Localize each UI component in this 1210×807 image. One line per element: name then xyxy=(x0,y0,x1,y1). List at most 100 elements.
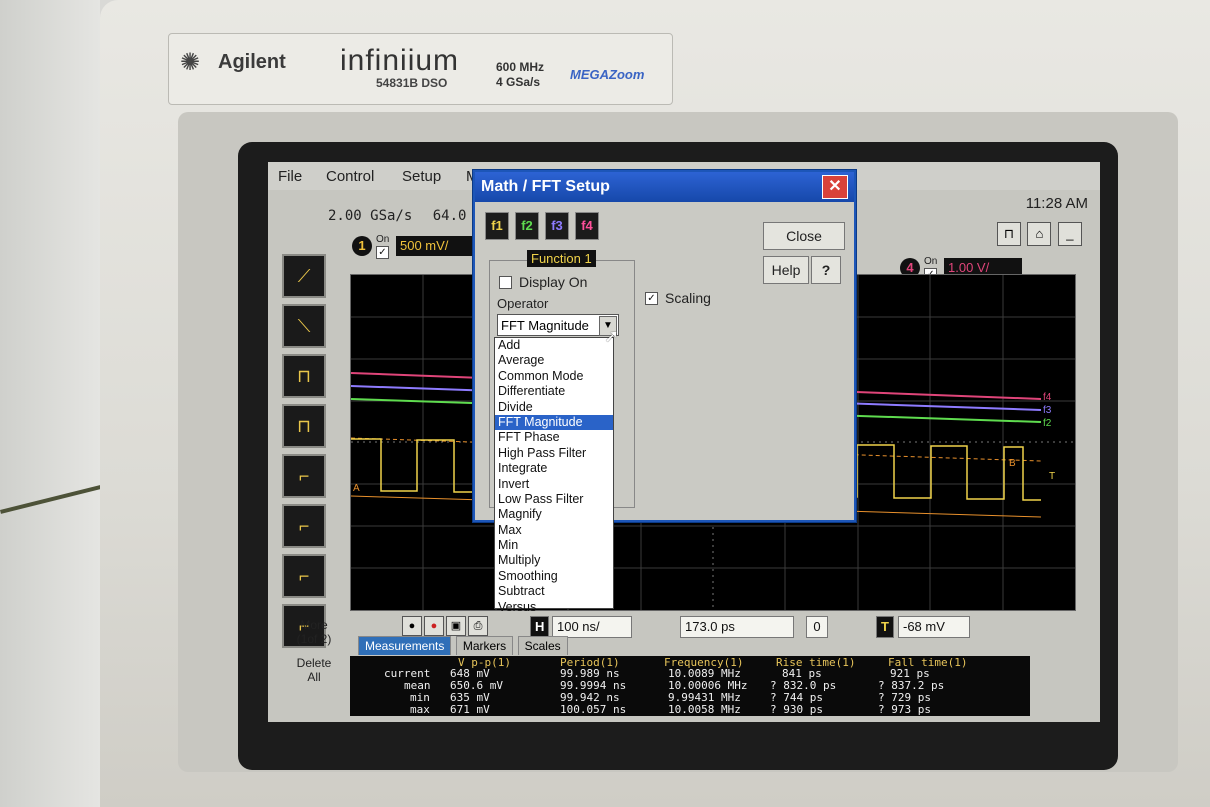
menu-setup[interactable]: Setup xyxy=(402,168,441,185)
dialog-title[interactable]: Math / FFT Setup xyxy=(475,172,854,202)
tab-scales[interactable]: Scales xyxy=(517,636,568,655)
option-min[interactable]: Min xyxy=(495,538,613,553)
channel1-scale[interactable]: 500 mV/ xyxy=(396,236,474,256)
close-button[interactable]: Close xyxy=(763,222,845,250)
tab-markers[interactable]: Markers xyxy=(455,636,514,655)
delete-all-button[interactable]: Delete All xyxy=(288,656,340,684)
option-versus[interactable]: Versus xyxy=(495,600,613,615)
megazoom-logo: MEGAZoom xyxy=(570,67,645,82)
run-control-icon[interactable]: ⊓ xyxy=(997,222,1021,246)
mouse-pointer-icon: ➚ xyxy=(604,326,620,346)
option-fft-magnitude[interactable]: FFT Magnitude xyxy=(495,414,613,431)
more-button-line1: More xyxy=(300,618,328,632)
help-button[interactable]: Help xyxy=(763,256,809,284)
single-icon[interactable]: ▣ xyxy=(446,616,466,636)
tab-f1[interactable]: f1 xyxy=(485,212,509,240)
clock: 11:28 AM xyxy=(1025,195,1088,212)
option-multiply[interactable]: Multiply xyxy=(495,553,613,568)
delete-all-line2: All xyxy=(307,670,321,684)
channel1-on-checkbox[interactable]: ✓ xyxy=(376,246,389,259)
display-on-label: Display On xyxy=(519,274,588,290)
meas-cell: 100.057 ns xyxy=(560,703,627,716)
rise-time-icon[interactable]: ⌐ xyxy=(282,504,326,548)
print-icon[interactable]: ⎙ xyxy=(468,616,488,636)
trigger-level-field[interactable]: -68 mV xyxy=(898,616,970,638)
option-magnify[interactable]: Magnify xyxy=(495,507,613,522)
minimize-icon[interactable]: _ xyxy=(1057,222,1082,246)
horizontal-label: H xyxy=(530,616,550,638)
falling-edge-icon[interactable]: ⟍ xyxy=(282,304,326,348)
option-subtract[interactable]: Subtract xyxy=(495,584,613,599)
tab-f4[interactable]: f4 xyxy=(575,212,599,240)
display-on-checkbox[interactable] xyxy=(499,276,512,289)
bandwidth-spec: 600 MHz xyxy=(496,60,545,74)
scaling-checkbox[interactable]: ✓ xyxy=(645,292,658,305)
delete-all-line1: Delete xyxy=(296,656,332,670)
background-wall xyxy=(0,0,100,807)
pulse-width-icon[interactable]: ⊓ xyxy=(282,354,326,398)
measurements-panel: V p-p(1) Period(1) Frequency(1) Rise tim… xyxy=(350,656,1030,716)
agilent-spark-icon: ✺ xyxy=(180,49,201,76)
tab-measurements[interactable]: Measurements xyxy=(358,636,452,655)
run-icon[interactable]: ● xyxy=(402,616,422,636)
operator-dropdown-list: Add Average Common Mode Differentiate Di… xyxy=(494,337,614,614)
window-toolbar: ⊓ ⌂ _ xyxy=(995,222,1082,246)
option-fft-phase[interactable]: FFT Phase xyxy=(495,430,613,445)
option-average[interactable]: Average xyxy=(495,353,613,368)
operator-label: Operator xyxy=(497,296,549,311)
rising-edge-icon[interactable]: ⟋ xyxy=(282,254,326,298)
meas-row-label: max xyxy=(410,703,430,716)
scaling-label: Scaling xyxy=(665,290,711,306)
tab-f2[interactable]: f2 xyxy=(515,212,539,240)
time-per-div-field[interactable]: 100 ns/ xyxy=(552,616,632,638)
context-help-icon[interactable]: ? xyxy=(811,256,841,284)
delay-zero-button[interactable]: 0 xyxy=(806,616,828,638)
brand-name: Agilent xyxy=(218,51,286,73)
option-low-pass-filter[interactable]: Low Pass Filter xyxy=(495,492,613,507)
model-number: 54831B DSO xyxy=(376,76,448,90)
menu-control[interactable]: Control xyxy=(326,168,374,185)
menu-file[interactable]: File xyxy=(278,168,302,185)
tab-f3[interactable]: f3 xyxy=(545,212,569,240)
marker-a-label: A xyxy=(353,483,360,494)
close-icon[interactable]: ✕ xyxy=(822,175,848,199)
trace-f2-label: f2 xyxy=(1043,418,1052,429)
channel1-badge[interactable]: 1 xyxy=(352,236,372,256)
series-name: infiniium xyxy=(340,44,460,77)
option-add[interactable]: Add xyxy=(495,338,613,353)
acquisition-info: 2.00 GSa/s 64.0 k xyxy=(328,208,483,224)
option-divide[interactable]: Divide xyxy=(495,400,613,415)
pulse-pattern-icon[interactable]: ⊓ xyxy=(282,404,326,448)
option-invert[interactable]: Invert xyxy=(495,477,613,492)
trigger-toolbar: ⟋ ⟍ ⊓ ⊓ ⌐ ⌐ ⌐ ⌐ xyxy=(282,254,330,654)
option-differentiate[interactable]: Differentiate xyxy=(495,384,613,399)
sample-rate-spec: 4 GSa/s xyxy=(496,75,541,89)
trigger-marker-label: T xyxy=(1049,471,1056,482)
function-group-label: Function 1 xyxy=(527,250,596,267)
stop-icon[interactable]: ● xyxy=(424,616,444,636)
option-integrate[interactable]: Integrate xyxy=(495,461,613,476)
setup-hold-icon[interactable]: ⌐ xyxy=(282,454,326,498)
meas-cell: 671 mV xyxy=(450,703,490,716)
trace-f4-label: f4 xyxy=(1043,392,1052,403)
mouse-icon[interactable]: ⌂ xyxy=(1027,222,1052,246)
option-common-mode[interactable]: Common Mode xyxy=(495,369,613,384)
operator-value: FFT Magnitude xyxy=(501,318,589,333)
meas-cell: ? 973 ps xyxy=(878,703,931,716)
option-max[interactable]: Max xyxy=(495,523,613,538)
delay-field[interactable]: 173.0 ps xyxy=(680,616,794,638)
option-high-pass-filter[interactable]: High Pass Filter xyxy=(495,446,613,461)
sample-rate-readout: 2.00 GSa/s xyxy=(328,208,413,224)
trace-f3-label: f3 xyxy=(1043,405,1052,416)
channel4-on-label: On xyxy=(924,256,938,267)
option-smoothing[interactable]: Smoothing xyxy=(495,569,613,584)
trigger-label: T xyxy=(876,616,894,638)
timeout-icon[interactable]: ⌐ xyxy=(282,554,326,598)
channel1-on-label: On xyxy=(376,234,390,245)
meas-cell: 10.0058 MHz xyxy=(668,703,741,716)
more-button[interactable]: More (1of 2) xyxy=(288,618,340,646)
more-button-line2: (1of 2) xyxy=(296,632,332,646)
operator-select[interactable]: FFT Magnitude ▼ xyxy=(497,314,619,336)
channel1-control: 1 On ✓ 500 mV/ xyxy=(352,234,474,259)
meas-cell: ? 930 ps xyxy=(770,703,823,716)
